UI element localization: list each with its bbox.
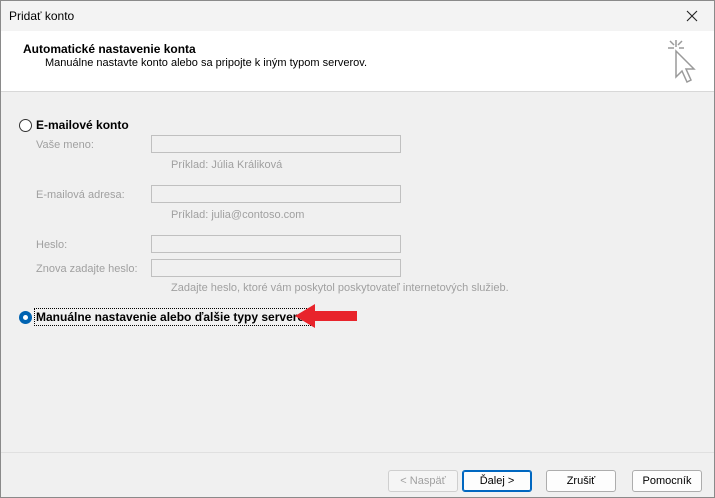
- password-input[interactable]: [151, 235, 401, 253]
- email-account-radio[interactable]: [19, 118, 32, 132]
- header-subtitle: Manuálne nastavte konto alebo sa pripojt…: [45, 57, 368, 69]
- name-input[interactable]: [151, 135, 401, 153]
- manual-setup-label: Manuálne nastavenie alebo ďalšie typy se…: [33, 308, 314, 326]
- retype-password-label: Znova zadajte heslo:: [36, 263, 138, 275]
- red-arrow-icon: [295, 304, 357, 328]
- name-hint: Príklad: Júlia Králiková: [171, 159, 283, 171]
- dialog-header: Automatické nastavenie konta Manuálne na…: [1, 31, 714, 92]
- email-hint: Príklad: julia@contoso.com: [171, 209, 305, 221]
- cursor-sparkle-icon: [668, 40, 696, 84]
- cancel-button[interactable]: Zrušiť: [546, 470, 616, 492]
- dialog-footer: < Naspäť Ďalej > Zrušiť Pomocník: [1, 452, 714, 498]
- retype-password-input[interactable]: [151, 259, 401, 277]
- close-icon: [686, 10, 698, 22]
- email-label: E-mailová adresa:: [36, 189, 125, 201]
- help-button[interactable]: Pomocník: [632, 470, 702, 492]
- window-title: Pridať konto: [9, 9, 75, 23]
- name-label: Vaše meno:: [36, 139, 94, 151]
- password-label: Heslo:: [36, 239, 68, 251]
- title-bar: Pridať konto: [1, 1, 714, 31]
- password-hint: Zadajte heslo, ktoré vám poskytol poskyt…: [171, 282, 509, 294]
- next-button[interactable]: Ďalej >: [462, 470, 532, 492]
- back-button[interactable]: < Naspäť: [388, 470, 458, 492]
- add-account-dialog: Pridať konto Automatické nastavenie kont…: [0, 0, 715, 498]
- email-input[interactable]: [151, 185, 401, 203]
- email-account-label: E-mailové konto: [36, 118, 129, 132]
- manual-setup-option[interactable]: Manuálne nastavenie alebo ďalšie typy se…: [19, 308, 314, 326]
- manual-setup-radio[interactable]: [19, 310, 32, 324]
- close-button[interactable]: [670, 1, 714, 31]
- header-title: Automatické nastavenie konta: [23, 42, 196, 56]
- content-area: E-mailové konto Vaše meno: Príklad: Júli…: [1, 92, 714, 452]
- email-account-option[interactable]: E-mailové konto: [19, 118, 129, 132]
